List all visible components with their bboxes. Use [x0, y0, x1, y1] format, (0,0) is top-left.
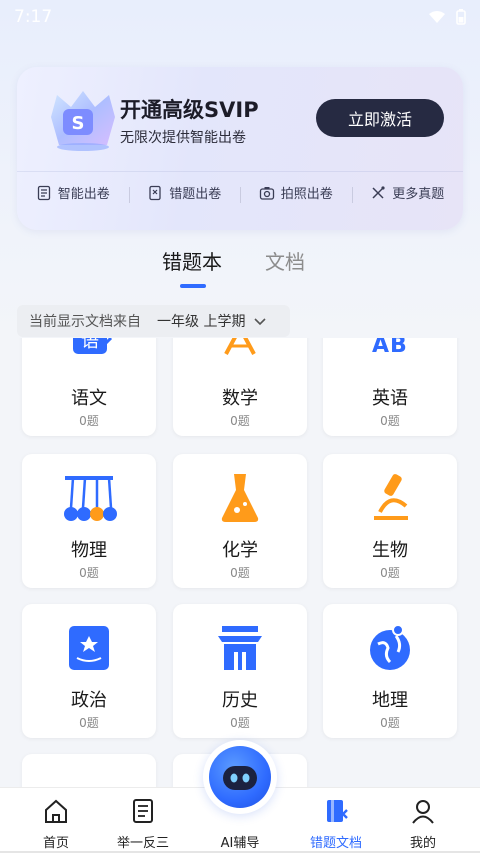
smart-paper-label: 智能出卷	[57, 187, 110, 202]
subject-card-chinese[interactable]: 语 语文 0题	[22, 338, 156, 436]
book-open-icon	[59, 772, 119, 788]
subject-card-biology[interactable]: 生物 0题	[323, 454, 457, 588]
subject-name: 数学	[222, 388, 258, 409]
wifi-icon	[429, 11, 445, 23]
subject-count: 0题	[230, 566, 250, 580]
robot-icon	[209, 746, 271, 808]
svg-text:S: S	[72, 113, 85, 134]
status-bar: 7:17	[0, 0, 480, 34]
paper-icon	[37, 185, 50, 200]
photo-paper-action[interactable]: 拍照出卷	[240, 183, 352, 203]
nav-practice-label: 举一反三	[116, 836, 169, 851]
subject-name: 化学	[222, 540, 258, 561]
activate-button[interactable]: 立即激活	[316, 99, 444, 137]
nav-profile[interactable]: 我的	[378, 788, 468, 853]
vip-actions: 智能出卷 错题出卷 拍照出卷 更多真题	[17, 171, 463, 213]
subject-name: 英语	[372, 388, 408, 409]
subject-name: 语文	[71, 388, 107, 409]
svg-text:语: 语	[81, 338, 99, 352]
nav-home-label: 首页	[42, 836, 69, 851]
nav-profile-label: 我的	[409, 836, 436, 851]
subject-card-math[interactable]: 数学 0题	[173, 338, 307, 436]
tab-indicator	[180, 284, 206, 288]
nav-ai-label: AI辅导	[220, 836, 260, 851]
subject-count: 0题	[79, 716, 99, 730]
nav-home[interactable]: 首页	[11, 788, 101, 853]
vip-card[interactable]: S 开通高级SVIP 无限次提供智能出卷 立即激活 智能出卷 错题出卷 拍照出卷…	[17, 67, 463, 230]
subject-grid: 语 语文 0题 数学 0题 AB 英语 0题 物理 0题 化学 0题 生物 0题…	[0, 338, 480, 788]
robot-face-icon	[223, 766, 257, 790]
more-papers-label: 更多真题	[392, 187, 445, 202]
content-tabs: 错题本 文档	[0, 246, 480, 288]
subject-name: 政治	[71, 690, 107, 711]
wrong-doc-icon	[327, 800, 348, 822]
english-icon: AB	[372, 338, 407, 358]
tab-wrong-book[interactable]: 错题本	[162, 246, 222, 275]
nav-wrong-docs-label: 错题文档	[309, 836, 362, 851]
tab-documents[interactable]: 文档	[265, 246, 305, 275]
vip-banner: S 开通高级SVIP 无限次提供智能出卷 立即激活	[17, 67, 463, 170]
subject-card-partial[interactable]	[22, 754, 156, 788]
subject-name: 历史	[222, 690, 258, 711]
vip-crown-icon: S	[51, 91, 115, 151]
profile-icon	[412, 800, 434, 824]
subject-count: 0题	[79, 566, 99, 580]
chemistry-icon	[221, 474, 259, 522]
subject-count: 0题	[380, 716, 400, 730]
subject-card-chemistry[interactable]: 化学 0题	[173, 454, 307, 588]
grade-value: 一年级 上学期	[157, 314, 246, 330]
more-icon	[372, 185, 385, 199]
status-icons	[428, 9, 466, 25]
physics-icon	[64, 476, 117, 521]
svg-text:A: A	[372, 338, 389, 358]
subject-card-politics[interactable]: 政治 0题	[22, 604, 156, 738]
subject-count: 0题	[380, 414, 400, 428]
photo-paper-label: 拍照出卷	[280, 187, 333, 202]
status-time: 7:17	[14, 7, 53, 27]
grade-selector[interactable]: 当前显示文档来自 一年级 上学期	[17, 305, 290, 337]
geography-icon	[370, 624, 410, 670]
politics-icon	[69, 626, 109, 670]
wrong-paper-action[interactable]: 错题出卷	[128, 183, 241, 203]
biology-icon	[374, 474, 408, 520]
subject-name: 地理	[372, 690, 408, 711]
more-papers-action[interactable]: 更多真题	[351, 183, 464, 203]
source-label: 当前显示文档来自	[29, 314, 141, 330]
subject-name: 物理	[71, 540, 107, 561]
subject-card-history[interactable]: 历史 0题	[173, 604, 307, 738]
subject-count: 0题	[230, 716, 250, 730]
camera-icon	[259, 186, 274, 200]
math-icon	[224, 338, 256, 355]
battery-icon	[456, 9, 466, 25]
ai-assistant-button[interactable]	[203, 740, 277, 814]
svg-text:B: B	[390, 338, 407, 358]
subject-count: 0题	[79, 414, 99, 428]
wrong-paper-icon	[149, 185, 161, 200]
home-icon	[45, 799, 67, 823]
vip-title: 开通高级SVIP	[120, 98, 259, 122]
chevron-down-icon	[254, 318, 267, 326]
subject-name: 生物	[372, 540, 408, 561]
subject-card-physics[interactable]: 物理 0题	[22, 454, 156, 588]
wrong-paper-label: 错题出卷	[169, 187, 222, 202]
subject-card-english[interactable]: AB 英语 0题	[323, 338, 457, 436]
nav-wrong-docs[interactable]: 错题文档	[291, 788, 381, 853]
nav-practice[interactable]: 举一反三	[98, 788, 188, 853]
book-icon	[133, 799, 153, 823]
subject-count: 0题	[380, 566, 400, 580]
subject-card-geography[interactable]: 地理 0题	[323, 604, 457, 738]
history-icon	[218, 626, 262, 670]
vip-subtitle: 无限次提供智能出卷	[120, 130, 246, 146]
smart-paper-action[interactable]: 智能出卷	[17, 183, 129, 202]
chinese-icon: 语	[73, 338, 113, 354]
subject-count: 0题	[230, 414, 250, 428]
